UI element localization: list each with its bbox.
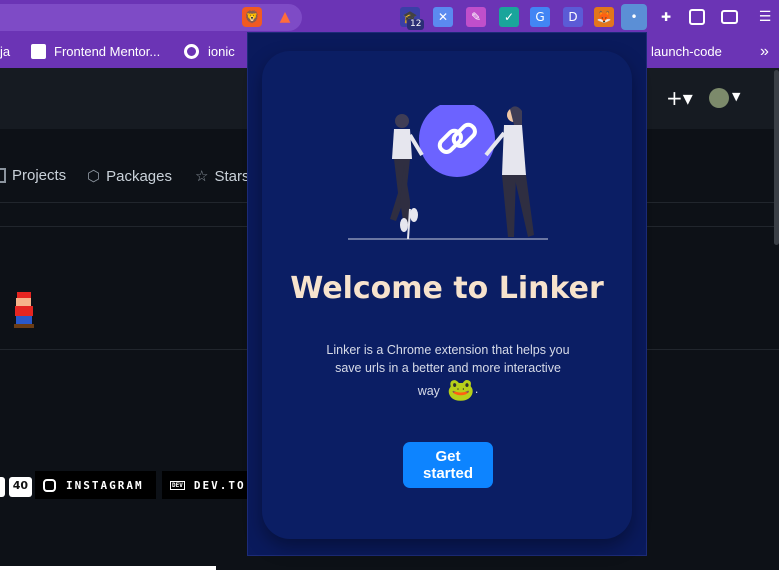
- linker-illustration: [348, 105, 548, 240]
- tab-packages[interactable]: ⬡ Packages: [87, 167, 172, 186]
- plus-icon[interactable]: +▾: [666, 86, 693, 110]
- scroll-bottom-bar: [0, 566, 216, 570]
- linker-extension-icon[interactable]: •: [621, 4, 647, 30]
- instagram-badge[interactable]: INSTAGRAM: [35, 471, 156, 499]
- translate-icon[interactable]: G: [530, 7, 550, 27]
- extension-puzzle-color-icon[interactable]: ✎: [466, 7, 486, 27]
- wallet-icon[interactable]: [721, 10, 738, 24]
- linker-popup: Welcome to Linker Linker is a Chrome ext…: [247, 32, 647, 556]
- tab-projects[interactable]: Projects: [0, 167, 66, 184]
- instagram-icon: [43, 478, 56, 492]
- scrollbar[interactable]: [774, 70, 779, 245]
- bookmark-launch-code[interactable]: launch-code: [651, 35, 722, 68]
- extension-badge: 12: [407, 19, 425, 30]
- extension-mail-icon[interactable]: ✕: [433, 7, 453, 27]
- count-badge: 40: [0, 477, 32, 497]
- bookmarks-overflow-icon[interactable]: »: [760, 35, 769, 68]
- menu-icon[interactable]: ☰: [755, 7, 775, 27]
- mario-sprite-icon: [12, 292, 36, 328]
- package-icon: ⬡: [87, 168, 101, 185]
- welcome-title: Welcome to Linker: [290, 271, 604, 306]
- metamask-icon[interactable]: 🦊: [594, 7, 614, 27]
- popup-description: Linker is a Chrome extension that helps …: [326, 343, 570, 402]
- chevron-down-icon[interactable]: ▼: [732, 90, 740, 103]
- extension-d-icon[interactable]: D: [563, 7, 583, 27]
- ionic-icon: [184, 44, 199, 59]
- sidebar-icon[interactable]: [689, 9, 705, 25]
- star-icon: ☆: [195, 168, 209, 185]
- devto-icon: DEV: [170, 480, 185, 490]
- bookmark-frontend-mentor[interactable]: Frontend Mentor...: [31, 35, 160, 68]
- brave-icon[interactable]: 🦁: [242, 7, 262, 27]
- frog-emoji-icon: 🐸: [447, 377, 475, 402]
- extension-check-icon[interactable]: ✓: [499, 7, 519, 27]
- tab-stars[interactable]: ☆ Stars: [195, 167, 249, 186]
- get-started-button[interactable]: Get started: [403, 442, 493, 488]
- chain-link-icon: [419, 105, 495, 177]
- project-icon: [0, 168, 6, 183]
- bookmark-ionic[interactable]: ionic: [184, 35, 235, 68]
- extensions-puzzle-icon[interactable]: ✚: [656, 7, 676, 27]
- frontend-mentor-icon: [31, 44, 46, 59]
- devto-badge[interactable]: DEV DEV.TO: [162, 471, 247, 499]
- browser-toolbar: 🦁 ▲ 🎓 12 ✕ ✎ ✓ G D 🦊 • ✚ ☰: [0, 0, 779, 35]
- avatar[interactable]: [709, 88, 729, 108]
- brave-rewards-icon[interactable]: ▲: [275, 7, 295, 27]
- bookmark-ja[interactable]: ja: [0, 35, 10, 68]
